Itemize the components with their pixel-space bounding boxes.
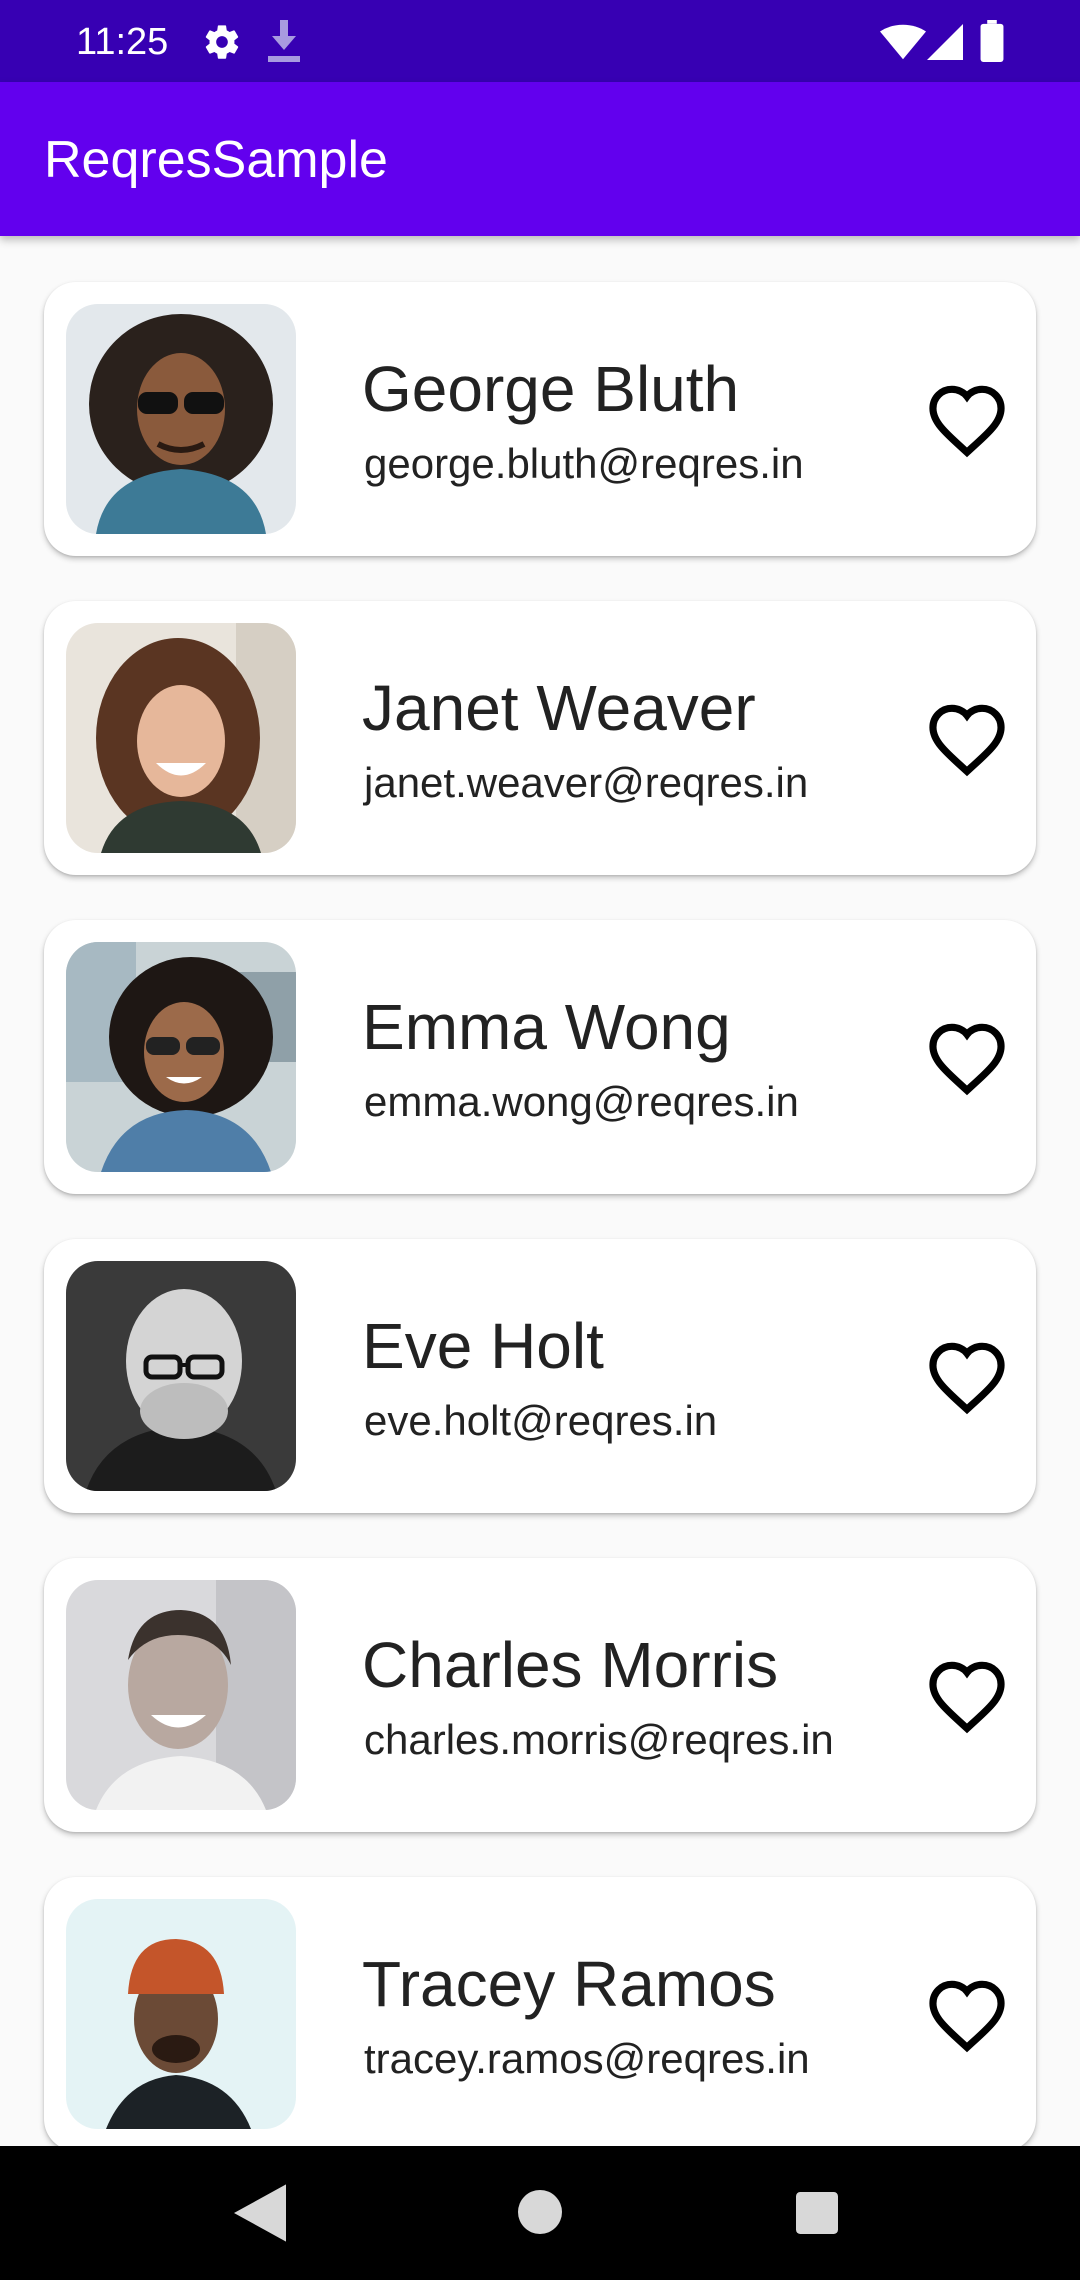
favorite-heart-icon[interactable]: [924, 1335, 1010, 1415]
user-avatar: [66, 623, 296, 853]
user-name: Emma Wong: [362, 991, 731, 1063]
user-name: Eve Holt: [362, 1310, 604, 1382]
status-bar: 11:25: [0, 0, 1080, 82]
user-list[interactable]: George Bluth george.bluth@reqres.in Jane…: [0, 236, 1080, 2146]
user-name: Janet Weaver: [362, 672, 756, 744]
wifi-icon: [880, 24, 926, 60]
favorite-heart-icon[interactable]: [924, 1654, 1010, 1734]
user-name: George Bluth: [362, 353, 740, 425]
user-email: charles.morris@reqres.in: [364, 1716, 834, 1763]
back-icon[interactable]: [234, 2184, 286, 2242]
favorite-heart-icon[interactable]: [924, 1973, 1010, 2053]
user-card[interactable]: Emma Wong emma.wong@reqres.in: [44, 920, 1036, 1194]
user-card[interactable]: Eve Holt eve.holt@reqres.in: [44, 1239, 1036, 1513]
download-icon: [268, 20, 300, 62]
user-name: Charles Morris: [362, 1629, 779, 1701]
recents-icon[interactable]: [796, 2192, 838, 2234]
settings-icon: [205, 25, 239, 59]
user-avatar: [66, 304, 296, 534]
app-title: ReqresSample: [44, 131, 388, 189]
user-avatar: [66, 1899, 296, 2129]
user-name: Tracey Ramos: [362, 1948, 776, 2020]
user-card[interactable]: Charles Morris charles.morris@reqres.in: [44, 1558, 1036, 1832]
status-time: 11:25: [76, 21, 169, 63]
user-avatar: [66, 942, 296, 1172]
navigation-bar: [0, 2146, 1080, 2280]
user-avatar: [66, 1261, 296, 1491]
battery-icon: [980, 20, 1004, 62]
home-icon[interactable]: [518, 2190, 562, 2234]
user-card[interactable]: Janet Weaver janet.weaver@reqres.in: [44, 601, 1036, 875]
favorite-heart-icon[interactable]: [924, 378, 1010, 458]
favorite-heart-icon[interactable]: [924, 697, 1010, 777]
user-email: george.bluth@reqres.in: [364, 440, 804, 487]
favorite-heart-icon[interactable]: [924, 1016, 1010, 1096]
user-email: emma.wong@reqres.in: [364, 1078, 799, 1125]
user-card[interactable]: George Bluth george.bluth@reqres.in: [44, 282, 1036, 556]
user-avatar: [66, 1580, 296, 1810]
user-email: tracey.ramos@reqres.in: [364, 2035, 810, 2082]
user-email: eve.holt@reqres.in: [364, 1397, 718, 1444]
user-card[interactable]: Tracey Ramos tracey.ramos@reqres.in: [44, 1877, 1036, 2146]
app-bar: ReqresSample: [0, 82, 1080, 236]
user-email: janet.weaver@reqres.in: [364, 759, 809, 806]
signal-icon: [927, 24, 963, 60]
